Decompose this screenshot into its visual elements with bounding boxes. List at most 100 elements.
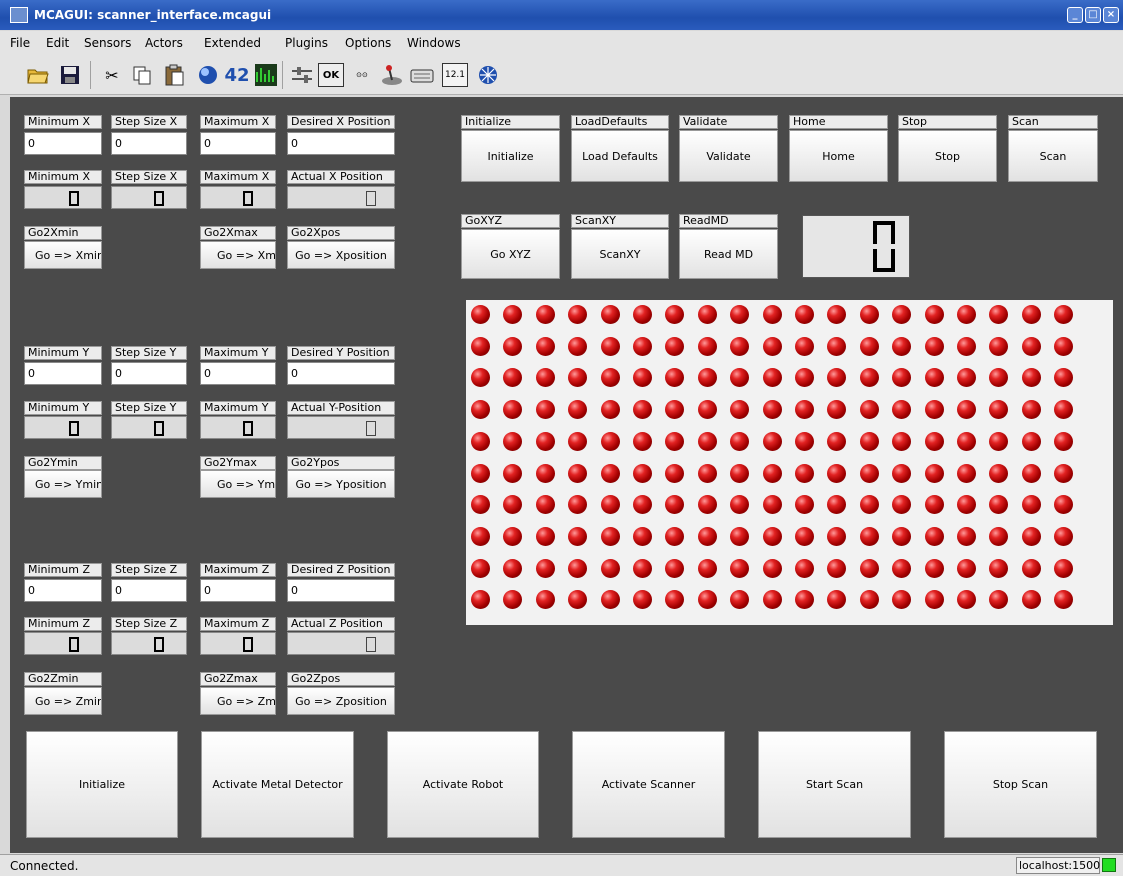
minimum-z-display [24, 632, 102, 655]
cut-scissors-icon[interactable]: ✂ [100, 63, 124, 87]
minimum-y-input[interactable]: 0 [24, 362, 102, 385]
menu-file[interactable]: File [10, 36, 30, 50]
read-md-button[interactable]: Read MD [679, 229, 778, 279]
stop-scan-button[interactable]: Stop Scan [944, 731, 1097, 838]
scan-led [827, 431, 847, 451]
step-size-x-display [111, 186, 187, 209]
slider-icon[interactable] [290, 63, 314, 87]
minimum-z-input[interactable]: 0 [24, 579, 102, 602]
activate-metal-detector-button[interactable]: Activate Metal Detector [201, 731, 354, 838]
scan-xy-button[interactable]: ScanXY [571, 229, 669, 279]
validate-button[interactable]: Validate [679, 130, 778, 182]
menu-plugins[interactable]: Plugins [285, 36, 328, 50]
scan-led [827, 400, 847, 420]
scan-led [859, 558, 879, 578]
scan-led [892, 558, 912, 578]
step-size-z-input[interactable]: 0 [111, 579, 187, 602]
bottom-initialize-button[interactable]: Initialize [26, 731, 178, 838]
equalizer-icon[interactable] [254, 63, 278, 87]
desired-z-input[interactable]: 0 [287, 579, 395, 602]
scan-led [600, 431, 620, 451]
menu-sensors[interactable]: Sensors [84, 36, 131, 50]
go-xyz-button[interactable]: Go XYZ [461, 229, 560, 279]
minimize-icon[interactable]: _ [1067, 7, 1083, 23]
scan-led [600, 590, 620, 610]
scan-led [503, 431, 523, 451]
activate-scanner-button[interactable]: Activate Scanner [572, 731, 725, 838]
numeric-display-icon[interactable]: 12.1 [442, 63, 468, 87]
home-button[interactable]: Home [789, 130, 888, 182]
stop-button[interactable]: Stop [898, 130, 997, 182]
menu-actors[interactable]: Actors [145, 36, 183, 50]
scan-led [1021, 590, 1041, 610]
save-disk-icon[interactable] [58, 63, 82, 87]
start-scan-button[interactable]: Start Scan [758, 731, 911, 838]
scan-led [859, 305, 879, 324]
initialize-cmd-button[interactable]: Initialize [461, 130, 560, 182]
scan-led [600, 336, 620, 356]
joystick-icon[interactable] [380, 63, 404, 87]
minimum-y-display [24, 416, 102, 439]
label-maximum-z-display: Maximum Z [200, 617, 276, 631]
number-42-icon[interactable]: 42 [222, 63, 252, 87]
label-step-size-z-display: Step Size Z [111, 617, 187, 631]
minimum-x-input[interactable]: 0 [24, 132, 102, 155]
copy-icon[interactable] [130, 63, 154, 87]
paste-clipboard-icon[interactable] [162, 63, 186, 87]
step-size-y-input[interactable]: 0 [111, 362, 187, 385]
scan-led [1054, 526, 1074, 546]
scan-led [827, 368, 847, 388]
go-zposition-button[interactable]: Go => Zposition [287, 687, 395, 715]
maximum-z-input[interactable]: 0 [200, 579, 276, 602]
scan-led [665, 495, 685, 515]
label-readmd: ReadMD [679, 214, 778, 228]
scan-led [471, 368, 490, 388]
scan-led [633, 590, 652, 610]
load-defaults-button[interactable]: Load Defaults [571, 130, 669, 182]
scan-led [989, 400, 1009, 420]
scan-led [924, 400, 944, 420]
key-value-icon[interactable]: ⊙⊙ [350, 63, 374, 87]
globe-icon[interactable] [196, 63, 220, 87]
menu-edit[interactable]: Edit [46, 36, 69, 50]
scan-led [795, 400, 814, 420]
menu-options[interactable]: Options [345, 36, 391, 50]
menu-windows[interactable]: Windows [407, 36, 461, 50]
maximum-y-input[interactable]: 0 [200, 362, 276, 385]
scan-led [665, 590, 685, 610]
step-size-x-input[interactable]: 0 [111, 132, 187, 155]
label-minimum-z: Minimum Z [24, 563, 102, 577]
desired-y-input[interactable]: 0 [287, 362, 395, 385]
open-folder-icon[interactable] [26, 63, 50, 87]
ok-button-icon[interactable]: OK [318, 63, 344, 87]
go-zmin-button[interactable]: Go => Zmin [24, 687, 102, 715]
scan-led [665, 400, 685, 420]
desired-x-input[interactable]: 0 [287, 132, 395, 155]
maximum-y-display [200, 416, 276, 439]
keyboard-icon[interactable] [410, 63, 434, 87]
scan-led [568, 368, 588, 388]
close-icon[interactable]: × [1103, 7, 1119, 23]
scan-led [535, 590, 555, 610]
go-xmax-button[interactable]: Go => Xmax [200, 241, 276, 269]
label-go2xmin: Go2Xmin [24, 226, 102, 240]
scan-led [989, 463, 1009, 483]
maximum-x-input[interactable]: 0 [200, 132, 276, 155]
go-ymin-button[interactable]: Go => Ymin [24, 470, 102, 498]
scan-led [1021, 336, 1041, 356]
go-yposition-button[interactable]: Go => Yposition [287, 470, 395, 498]
clock-icon[interactable] [476, 63, 500, 87]
scan-led [600, 495, 620, 515]
scan-button[interactable]: Scan [1008, 130, 1098, 182]
go-ymax-button[interactable]: Go => Ymax [200, 470, 276, 498]
activate-robot-button[interactable]: Activate Robot [387, 731, 539, 838]
go-zmax-button[interactable]: Go => Zmax [200, 687, 276, 715]
scan-led [859, 368, 879, 388]
scan-led [697, 336, 717, 356]
scan-led [892, 368, 912, 388]
scan-led [633, 495, 652, 515]
menu-extended[interactable]: Extended [204, 36, 261, 50]
maximize-icon[interactable]: □ [1085, 7, 1101, 23]
go-xmin-button[interactable]: Go => Xmin [24, 241, 102, 269]
go-xposition-button[interactable]: Go => Xposition [287, 241, 395, 269]
